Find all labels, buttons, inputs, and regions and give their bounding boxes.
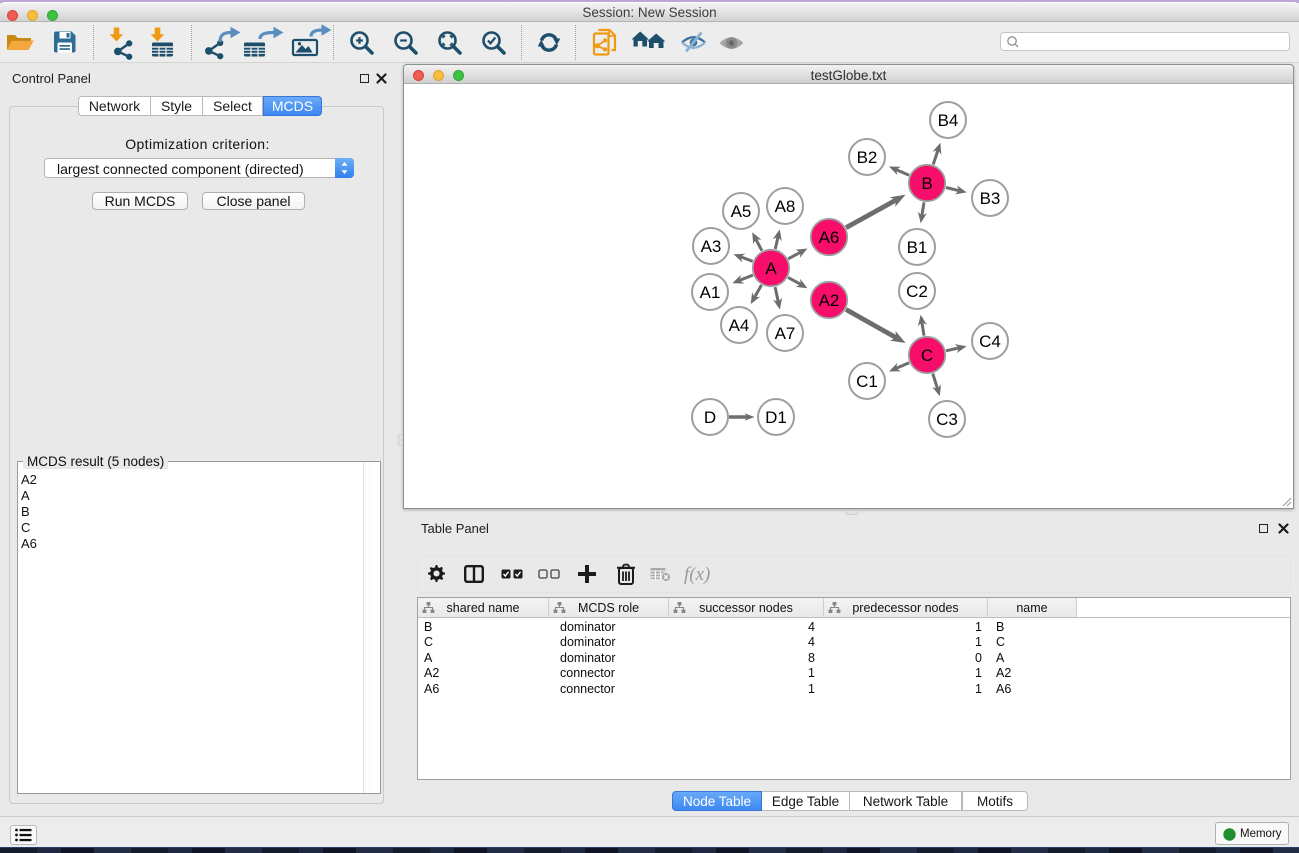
- svg-text:A1: A1: [700, 283, 721, 302]
- svg-text:C3: C3: [936, 410, 958, 429]
- svg-text:B4: B4: [938, 111, 959, 130]
- svg-text:A3: A3: [701, 237, 722, 256]
- svg-text:A7: A7: [775, 324, 796, 343]
- svg-text:C4: C4: [979, 332, 1001, 351]
- svg-text:B: B: [921, 174, 932, 193]
- svg-text:A8: A8: [775, 197, 796, 216]
- svg-text:C2: C2: [906, 282, 928, 301]
- svg-text:f(x): f(x): [684, 564, 710, 585]
- svg-text:B2: B2: [857, 148, 878, 167]
- svg-text:C1: C1: [856, 372, 878, 391]
- svg-text:A2: A2: [819, 291, 840, 310]
- svg-text:A4: A4: [729, 316, 750, 335]
- svg-text:A5: A5: [731, 202, 752, 221]
- svg-text:B3: B3: [980, 189, 1001, 208]
- svg-text:D1: D1: [765, 408, 787, 427]
- svg-text:A6: A6: [819, 228, 840, 247]
- svg-text:C: C: [921, 346, 933, 365]
- svg-text:D: D: [704, 408, 716, 427]
- svg-text:B1: B1: [907, 238, 928, 257]
- svg-text:A: A: [765, 259, 777, 278]
